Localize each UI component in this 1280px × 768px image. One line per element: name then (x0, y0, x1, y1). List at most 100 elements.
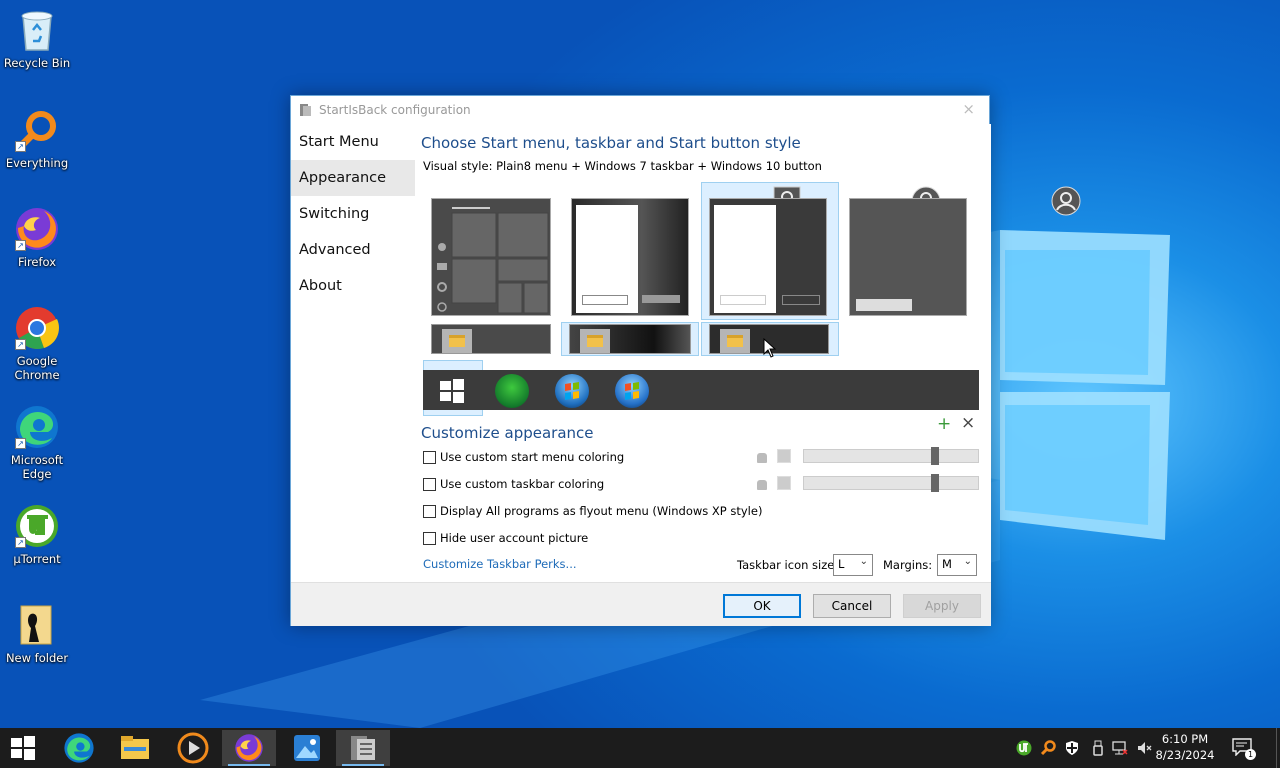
desktop-icon-utorrent[interactable]: ↗ µTorrent (2, 502, 72, 566)
desktop-icon-firefox[interactable]: ↗ Firefox (2, 205, 72, 269)
apply-button[interactable]: Apply (903, 594, 981, 618)
clock-time: 6:10 PM (1161, 732, 1209, 746)
taskbar-photos-button[interactable] (280, 730, 334, 766)
network-tray-icon[interactable] (1112, 740, 1128, 756)
search-box (856, 299, 912, 311)
desktop-icon-new-folder[interactable]: New folder (2, 601, 72, 665)
clover-start-orb-icon[interactable] (495, 374, 529, 408)
edge-icon (64, 733, 94, 763)
close-icon[interactable]: × (962, 100, 975, 118)
chevron-down-icon: ⌄ (963, 556, 972, 567)
desktop-icon-microsoft-edge[interactable]: ↗ Microsoft Edge (2, 403, 72, 481)
taskbar-file-explorer-button[interactable] (108, 730, 162, 766)
windows-vista-start-orb-icon[interactable] (615, 374, 649, 408)
startisback-config-icon (351, 736, 375, 760)
dialog-titlebar[interactable]: StartIsBack configuration × (291, 96, 989, 124)
taskbar-clock[interactable]: 6:10 PM 8/23/2024 (1150, 731, 1220, 763)
recycle-bin-icon (13, 6, 61, 54)
usb-device-tray-icon[interactable] (1090, 740, 1106, 756)
color-swatch[interactable] (777, 476, 791, 490)
menu-style-plain8-preview[interactable] (709, 198, 827, 316)
taskbar-style-windows10-preview[interactable] (431, 324, 551, 354)
edge-icon: ↗ (13, 403, 61, 451)
taskbar-startisback-button[interactable] (336, 730, 390, 766)
sidebar-item-switching[interactable]: Switching (291, 196, 415, 232)
taskbar-edge-button[interactable] (52, 730, 106, 766)
icon-size-label: Taskbar icon size: (737, 558, 839, 572)
add-button-icon[interactable]: + (937, 414, 951, 434)
windows-logo-icon (11, 736, 35, 760)
app-icon (300, 104, 311, 116)
shortcut-arrow-icon: ↗ (15, 339, 26, 350)
sidebar-item-about[interactable]: About (291, 268, 415, 304)
windows10-start-button-icon[interactable] (439, 378, 465, 404)
select-value: L (838, 557, 845, 571)
custom-taskbar-coloring-checkbox[interactable]: Use custom taskbar coloring (423, 477, 604, 491)
photos-icon (294, 735, 320, 761)
search-box (582, 295, 628, 305)
customize-taskbar-perks-link[interactable]: Customize Taskbar Perks... (423, 557, 577, 571)
action-center-button[interactable]: 1 (1232, 738, 1256, 760)
cancel-button[interactable]: Cancel (813, 594, 891, 618)
desktop-icon-label: Firefox (17, 255, 57, 269)
startisback-config-dialog: StartIsBack configuration × Start Menu A… (290, 95, 1081, 626)
utorrent-tray-icon[interactable] (1016, 740, 1032, 756)
firefox-icon: ↗ (13, 205, 61, 253)
margins-select[interactable]: M ⌄ (937, 554, 977, 576)
desktop-icon-label: New folder (5, 651, 69, 665)
visual-style-text: Visual style: Plain8 menu + Windows 7 ta… (423, 159, 822, 173)
sidebar-item-advanced[interactable]: Advanced (291, 232, 415, 268)
settings-sidebar: Start Menu Appearance Switching Advanced… (291, 124, 415, 582)
desktop-icon-google-chrome[interactable]: ↗ Google Chrome (2, 304, 72, 382)
taskbar-firefox-button[interactable] (222, 730, 276, 766)
desktop-icon-label: µTorrent (13, 552, 61, 566)
slider-thumb[interactable] (930, 474, 939, 492)
flyout-menu-checkbox[interactable]: Display All programs as flyout menu (Win… (423, 504, 762, 518)
show-desktop-button[interactable] (1276, 728, 1280, 768)
sidebar-item-start-menu[interactable]: Start Menu (291, 124, 415, 160)
checkbox-label: Use custom start menu coloring (440, 450, 625, 464)
remove-button-icon[interactable]: × (961, 413, 975, 433)
lock-icon[interactable] (757, 453, 767, 463)
menu-style-windows10-preview[interactable] (431, 198, 551, 316)
lock-icon[interactable] (757, 480, 767, 490)
desktop-icon-recycle-bin[interactable]: Recycle Bin (2, 6, 72, 70)
custom-start-menu-coloring-checkbox[interactable]: Use custom start menu coloring (423, 450, 624, 464)
everything-tray-icon[interactable] (1040, 740, 1056, 756)
customize-heading: Customize appearance (421, 424, 594, 442)
chrome-icon: ↗ (13, 304, 61, 352)
media-player-icon (177, 732, 209, 764)
hide-user-picture-checkbox[interactable]: Hide user account picture (423, 531, 588, 545)
shortcut-arrow-icon: ↗ (15, 141, 26, 152)
chevron-down-icon: ⌄ (859, 556, 868, 567)
ok-button[interactable]: OK (723, 594, 801, 618)
firefox-icon (235, 734, 263, 762)
checkbox-box[interactable] (423, 477, 436, 491)
checkbox-box[interactable] (423, 450, 436, 464)
desktop-icon-label: Microsoft Edge (10, 453, 64, 481)
color-swatch[interactable] (777, 449, 791, 463)
everything-search-icon: ↗ (13, 106, 61, 154)
taskbar-media-player-button[interactable] (166, 730, 220, 766)
active-indicator (228, 764, 270, 766)
taskbar-style-windows7-preview[interactable] (569, 324, 691, 354)
security-shield-tray-icon[interactable] (1064, 740, 1080, 756)
desktop-icon-label: Everything (5, 156, 69, 170)
sidebar-item-appearance[interactable]: Appearance (291, 160, 415, 196)
taskbar-transparency-slider[interactable] (803, 474, 979, 492)
dialog-title: StartIsBack configuration (319, 103, 471, 117)
slider-thumb[interactable] (930, 447, 939, 465)
checkbox-box[interactable] (423, 531, 436, 545)
menu-style-metro-preview[interactable] (849, 198, 967, 316)
icon-size-select[interactable]: L ⌄ (833, 554, 873, 576)
start-button[interactable] (0, 730, 46, 766)
clock-date: 8/23/2024 (1155, 748, 1215, 762)
menu-style-windows7-preview[interactable] (571, 198, 689, 316)
windows7-start-orb-icon[interactable] (555, 374, 589, 408)
appearance-panel: Choose Start menu, taskbar and Start but… (415, 124, 1081, 582)
folder-icon (442, 329, 472, 353)
checkbox-box[interactable] (423, 504, 436, 518)
margins-label: Margins: (883, 558, 933, 572)
start-menu-transparency-slider[interactable] (803, 447, 979, 465)
desktop-icon-everything[interactable]: ↗ Everything (2, 106, 72, 170)
